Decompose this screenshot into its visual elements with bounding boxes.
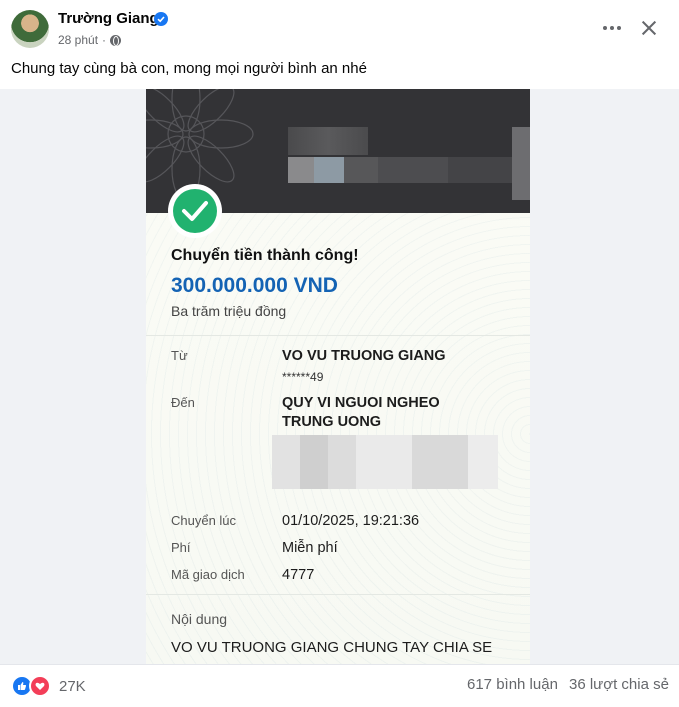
blurred-recipient-account bbox=[272, 435, 498, 489]
more-icon bbox=[603, 26, 607, 30]
reactions-summary[interactable]: 27K bbox=[11, 675, 86, 697]
post-time[interactable]: 28 phút bbox=[58, 33, 98, 47]
post-meta: 28 phút · bbox=[58, 33, 122, 47]
transfer-receipt: Chuyển tiền thành công! 300.000.000 VND … bbox=[146, 89, 530, 664]
to-name-line2: TRUNG UONG bbox=[282, 414, 382, 430]
transfer-amount: 300.000.000 VND bbox=[171, 274, 338, 297]
content-label: Nội dung bbox=[171, 611, 228, 627]
transaction-id-value: 4777 bbox=[282, 567, 315, 583]
time-value: 01/10/2025, 19:21:36 bbox=[282, 513, 420, 529]
post-header: Trường Giang 28 phút · bbox=[0, 0, 679, 56]
blurred-bank-name bbox=[288, 127, 368, 155]
post-caption: Chung tay cùng bà con, mong mọi người bì… bbox=[11, 60, 367, 77]
check-icon bbox=[182, 201, 208, 221]
blurred-bank-detail bbox=[288, 157, 514, 183]
to-name-line1: QUY VI NGUOI NGHEO bbox=[282, 395, 440, 411]
time-label: Chuyển lúc bbox=[171, 513, 237, 528]
post-image[interactable]: Chuyển tiền thành công! 300.000.000 VND … bbox=[0, 89, 679, 664]
comments-count[interactable]: 617 bình luận bbox=[467, 676, 558, 693]
verified-badge-icon bbox=[154, 12, 168, 26]
fee-label: Phí bbox=[171, 540, 191, 555]
success-title: Chuyển tiền thành công! bbox=[171, 247, 359, 264]
divider bbox=[146, 594, 530, 595]
post-footer: 27K 617 bình luận 36 lượt chia sẻ bbox=[0, 664, 679, 707]
globe-icon bbox=[110, 34, 122, 46]
from-account: ******49 bbox=[282, 370, 324, 384]
from-name: VO VU TRUONG GIANG bbox=[282, 348, 446, 364]
content-value: VO VU TRUONG GIANG CHUNG TAY CHIA SE CUN… bbox=[171, 639, 493, 664]
divider bbox=[146, 335, 530, 336]
success-badge bbox=[168, 184, 222, 238]
transaction-id-label: Mã giao dịch bbox=[171, 567, 245, 582]
author-name[interactable]: Trường Giang bbox=[58, 10, 159, 27]
reaction-count[interactable]: 27K bbox=[59, 678, 86, 695]
to-label: Đến bbox=[171, 395, 195, 410]
blurred-corner bbox=[512, 127, 530, 200]
more-options-button[interactable] bbox=[596, 14, 628, 42]
love-icon bbox=[29, 675, 51, 697]
fee-value: Miễn phí bbox=[282, 540, 338, 556]
shares-count[interactable]: 36 lượt chia sẻ bbox=[569, 676, 669, 693]
author-avatar[interactable] bbox=[11, 10, 49, 48]
from-label: Từ bbox=[171, 348, 188, 363]
close-icon[interactable] bbox=[635, 14, 663, 42]
amount-in-words: Ba trăm triệu đồng bbox=[171, 303, 287, 319]
meta-separator: · bbox=[102, 33, 107, 47]
